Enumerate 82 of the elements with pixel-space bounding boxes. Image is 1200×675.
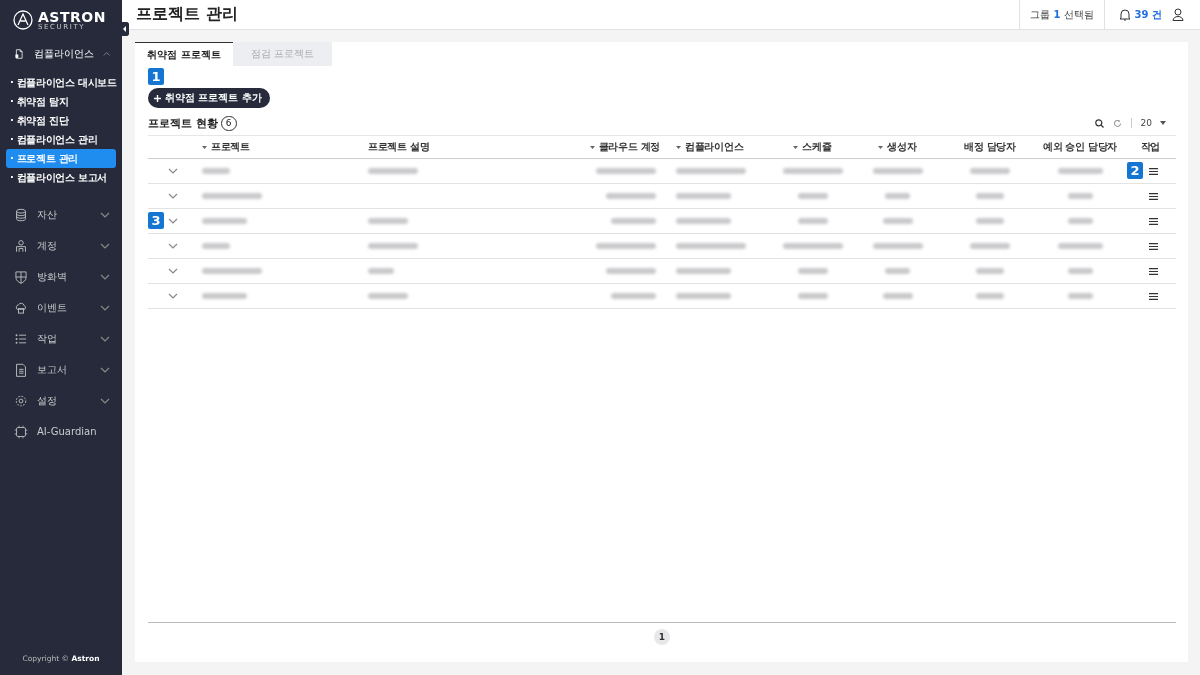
- chevron-icon: [100, 242, 110, 249]
- menu-group[interactable]: 작업: [0, 323, 122, 354]
- column-header[interactable]: 프로젝트: [211, 140, 250, 154]
- refresh-icon[interactable]: [1112, 118, 1122, 128]
- chevron-icon: [100, 335, 110, 342]
- menu-item[interactable]: · 컴플라이언스 관리: [6, 130, 116, 149]
- person-icon: [14, 238, 28, 253]
- sort-icon[interactable]: [878, 145, 884, 149]
- menu-item[interactable]: AI-Guardian: [0, 416, 122, 447]
- callout-badge: 3: [148, 212, 164, 229]
- menu-icon[interactable]: [1149, 192, 1158, 200]
- menu-item[interactable]: · 컴플라이언스 대시보드: [6, 73, 116, 92]
- menu-icon[interactable]: [1149, 292, 1158, 300]
- menu-group[interactable]: 컴플라이언스: [0, 38, 122, 69]
- user-icon[interactable]: [1172, 8, 1184, 21]
- page-button[interactable]: 1: [654, 629, 670, 645]
- chevron-icon: [168, 243, 178, 249]
- menu-group[interactable]: 계정: [0, 230, 122, 261]
- list-icon: [14, 331, 28, 346]
- database-icon: [14, 207, 28, 222]
- sort-icon[interactable]: [793, 145, 799, 149]
- menu-item[interactable]: · 취약점 탐지: [6, 92, 116, 111]
- sort-icon[interactable]: [589, 145, 595, 149]
- menu-icon[interactable]: [1149, 242, 1158, 250]
- column-header: 배정 담당자: [964, 140, 1016, 154]
- chevron-icon: [168, 218, 178, 224]
- shield-icon: [14, 269, 28, 284]
- cloud-icon: [14, 300, 28, 315]
- menu-group[interactable]: 보고서: [0, 354, 122, 385]
- menu-item[interactable]: · 취약점 진단: [6, 111, 116, 130]
- sort-icon[interactable]: [202, 145, 207, 149]
- menu-icon[interactable]: [1149, 217, 1158, 225]
- page-size-select[interactable]: 20: [1140, 118, 1166, 128]
- column-header[interactable]: 생성자: [887, 140, 917, 154]
- menu-icon[interactable]: [1149, 167, 1158, 175]
- report-icon: [14, 362, 28, 377]
- search-icon[interactable]: [1094, 118, 1104, 128]
- add-project-button[interactable]: 취약점 프로젝트 추가: [148, 88, 270, 108]
- callout-badge: 2: [1127, 162, 1143, 179]
- column-header[interactable]: 스케쥴: [802, 140, 832, 154]
- column-header[interactable]: 컴플라이언스: [685, 140, 744, 154]
- settings-icon: [14, 393, 28, 408]
- menu-item[interactable]: · 컴플라이언스 보고서: [6, 168, 116, 187]
- notification-count[interactable]: 39 건: [1134, 7, 1162, 22]
- sort-icon[interactable]: [676, 145, 681, 149]
- chevron-icon: [168, 193, 178, 199]
- sidebar-toggle-icon[interactable]: [120, 22, 129, 36]
- callout-badge: 1: [148, 68, 164, 85]
- chevron-icon: [168, 168, 178, 174]
- expand-toggle[interactable]: [168, 241, 178, 251]
- chip-icon: [14, 424, 28, 439]
- chevron-icon: [168, 268, 178, 274]
- chevron-icon: [100, 273, 110, 280]
- expand-toggle[interactable]: [168, 266, 178, 276]
- expand-toggle[interactable]: [168, 166, 178, 176]
- column-header: 예외 승인 담당자: [1042, 140, 1118, 154]
- menu-group[interactable]: 방화벽: [0, 261, 122, 292]
- menu-icon[interactable]: [1149, 267, 1158, 275]
- expand-toggle[interactable]: [168, 291, 178, 301]
- menu-group[interactable]: 자산: [0, 199, 122, 230]
- chevron-icon: [100, 397, 110, 404]
- column-header: 작업: [1140, 140, 1161, 154]
- chevron-icon: [102, 50, 110, 57]
- page-title: 프로젝트 관리: [135, 4, 239, 25]
- logo-icon: [13, 10, 33, 30]
- column-header[interactable]: 클라우드 계정: [598, 140, 660, 154]
- bell-icon[interactable]: [1118, 8, 1131, 21]
- chevron-icon: [168, 293, 178, 299]
- group-selection[interactable]: 그룹 1 선택됨: [1019, 0, 1105, 29]
- column-header: 프로젝트 설명: [368, 140, 430, 154]
- expand-toggle[interactable]: [168, 191, 178, 201]
- chevron-icon: [100, 211, 110, 218]
- chevron-icon: [100, 366, 110, 373]
- logo-text: ASTRON: [38, 9, 106, 24]
- menu-group[interactable]: 설정: [0, 385, 122, 416]
- chevron-icon: [100, 304, 110, 311]
- expand-toggle[interactable]: [168, 216, 178, 226]
- caret-icon: [1160, 121, 1166, 125]
- section-title: 프로젝트 현황: [148, 115, 218, 131]
- plus-icon: [154, 94, 161, 102]
- document-icon: [14, 46, 25, 61]
- menu-group[interactable]: 이벤트: [0, 292, 122, 323]
